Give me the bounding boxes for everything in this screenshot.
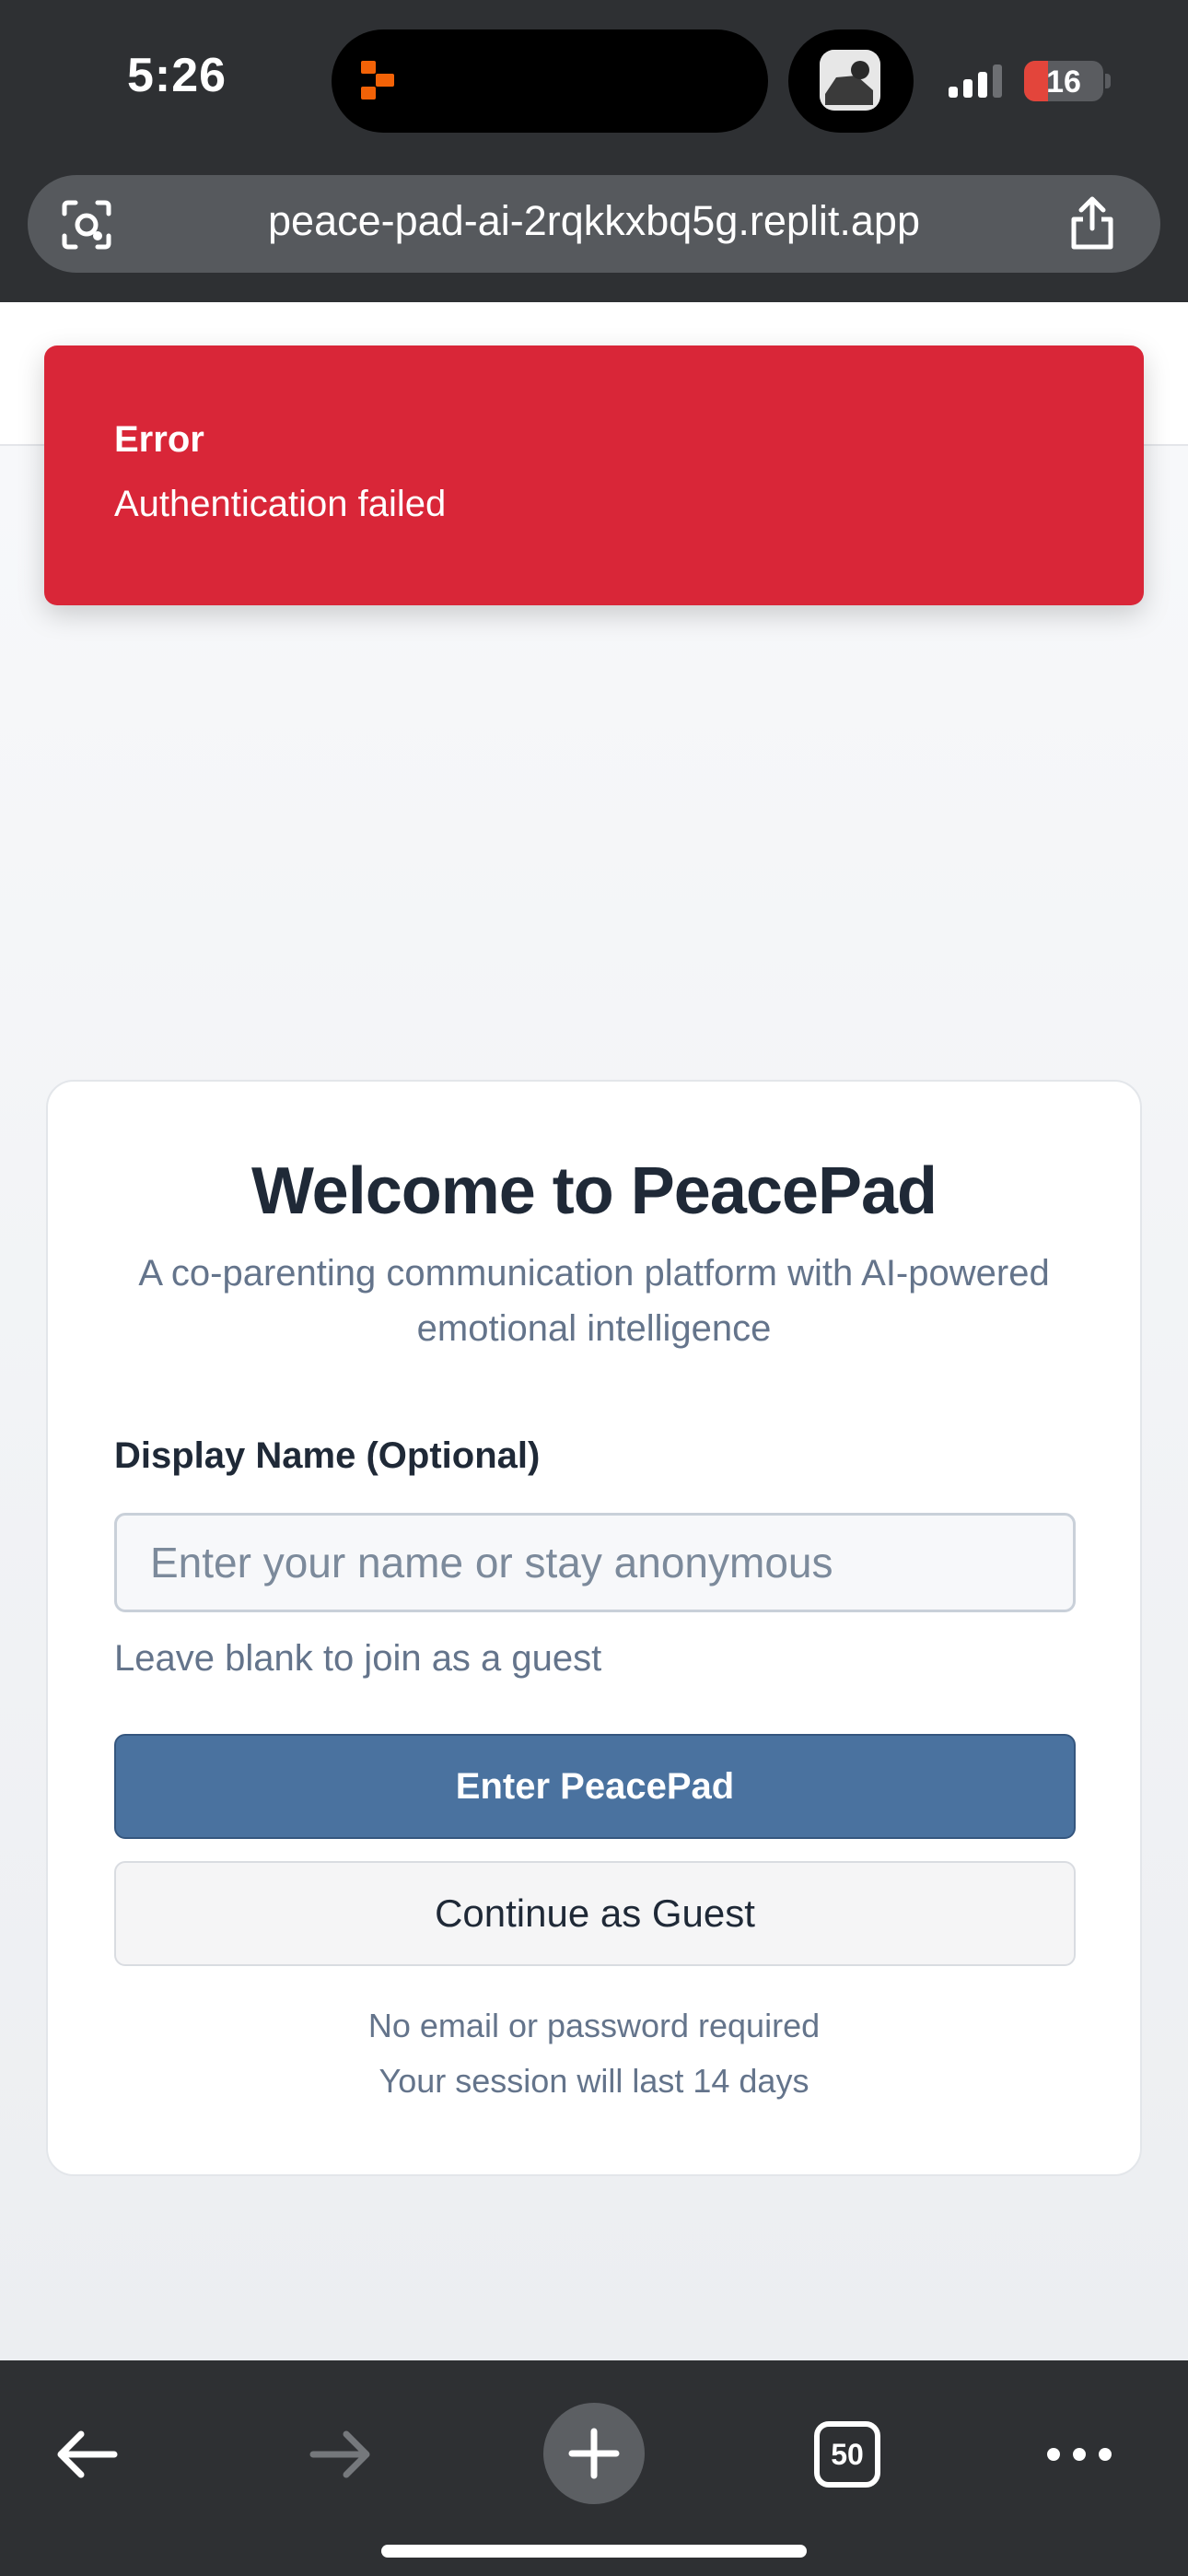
- more-menu-button[interactable]: [1033, 2408, 1125, 2500]
- browser-top-chrome: 5:26 16 peace-pad-ai-2rqkkxbq5g.replit.a…: [0, 0, 1188, 302]
- status-time: 5:26: [127, 49, 227, 102]
- address-bar[interactable]: peace-pad-ai-2rqkkxbq5g.replit.app: [28, 175, 1160, 273]
- cellular-signal-icon: [949, 64, 1002, 98]
- session-duration-note: Your session will last 14 days: [379, 2062, 809, 2100]
- share-icon[interactable]: [1065, 195, 1120, 252]
- camera-preview-icon: [820, 50, 880, 111]
- home-indicator[interactable]: [381, 2545, 807, 2558]
- forward-arrow-icon: [309, 2430, 370, 2478]
- forward-button[interactable]: [295, 2408, 387, 2500]
- continue-as-guest-button[interactable]: Continue as Guest: [114, 1861, 1076, 1966]
- no-credentials-note: No email or password required: [367, 2007, 821, 2044]
- tab-count: 50: [814, 2421, 880, 2488]
- visual-search-icon[interactable]: [59, 197, 114, 252]
- display-name-input[interactable]: [114, 1513, 1076, 1612]
- camera-preview[interactable]: [788, 29, 914, 133]
- error-toast[interactable]: Error Authentication failed: [44, 345, 1144, 605]
- toast-message: Authentication failed: [114, 484, 447, 524]
- battery-icon: 16: [1024, 61, 1103, 101]
- display-name-label: Display Name (Optional): [114, 1435, 541, 1476]
- tab-switcher-button[interactable]: 50: [801, 2408, 893, 2500]
- page-title: Welcome to PeacePad: [251, 1154, 938, 1228]
- toast-title: Error: [114, 419, 204, 460]
- page-subtitle: A co-parenting communication platform wi…: [138, 1253, 1050, 1349]
- more-dots-icon: [1047, 2448, 1112, 2461]
- url-text[interactable]: peace-pad-ai-2rqkkxbq5g.replit.app: [129, 197, 1059, 245]
- display-name-hint: Leave blank to join as a guest: [114, 1638, 602, 1679]
- app-activity-icon: [361, 61, 394, 100]
- enter-peacepad-button[interactable]: Enter PeacePad: [114, 1734, 1076, 1839]
- back-arrow-icon: [57, 2430, 118, 2478]
- new-tab-button[interactable]: [543, 2403, 645, 2504]
- battery-level: 16: [1046, 64, 1081, 100]
- browser-bottom-toolbar: 50: [0, 2360, 1188, 2576]
- login-card: Welcome to PeacePad A co-parenting commu…: [46, 1080, 1142, 2176]
- back-button[interactable]: [41, 2408, 133, 2500]
- plus-icon: [568, 2428, 620, 2479]
- battery-tip: [1105, 74, 1111, 88]
